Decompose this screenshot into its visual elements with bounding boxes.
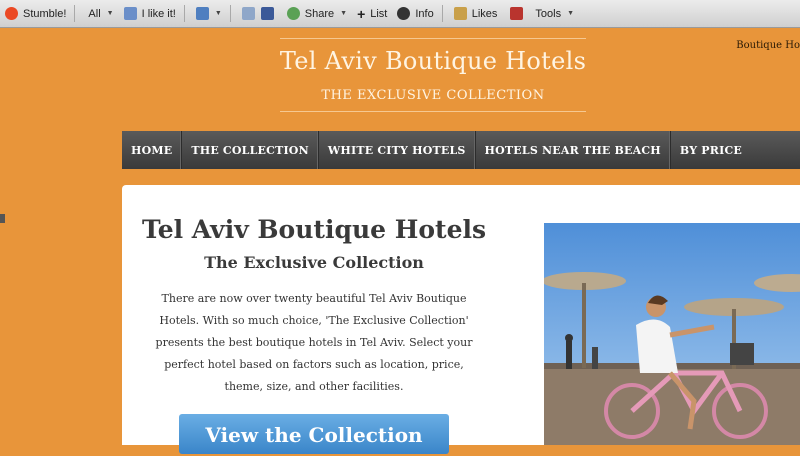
tag-button[interactable] — [234, 0, 282, 27]
tag-icon — [241, 7, 255, 20]
hero-photo — [544, 223, 800, 445]
content-panel: Tel Aviv Boutique Hotels The Exclusive C… — [122, 185, 800, 454]
toolbar-separator — [74, 5, 76, 22]
nav-item-home[interactable]: HOME — [122, 131, 183, 169]
thumbs-down-icon — [195, 7, 209, 20]
tools-icon — [510, 7, 524, 20]
divider — [280, 111, 586, 112]
tools-dropdown[interactable]: Tools ▼ — [502, 0, 579, 27]
nav-item-by-price[interactable]: BY PRICE — [671, 131, 751, 169]
all-dropdown[interactable]: All ▼ — [78, 0, 118, 27]
stumbleupon-icon — [5, 7, 18, 20]
intro-paragraph: There are now over twenty beautiful Tel … — [155, 292, 473, 393]
plus-icon: + — [357, 5, 366, 22]
toolbar-separator — [229, 5, 231, 22]
i-like-it-button[interactable]: I like it! — [119, 0, 181, 27]
main-subheading: The Exclusive Collection — [204, 253, 424, 272]
facebook-icon — [260, 7, 274, 20]
list-button[interactable]: + List — [352, 0, 392, 27]
star-icon — [453, 7, 467, 20]
chevron-down-icon: ▼ — [106, 10, 114, 17]
i-like-it-label: I like it! — [141, 7, 176, 20]
top-right-link[interactable]: Boutique Ho — [736, 40, 800, 51]
share-button[interactable]: Share ▼ — [282, 0, 352, 27]
chevron-down-icon: ▼ — [567, 10, 575, 17]
list-label: List — [370, 7, 388, 20]
chevron-down-icon: ▼ — [340, 10, 348, 17]
likes-button[interactable]: Likes — [446, 0, 503, 27]
nav-item-the-collection[interactable]: THE COLLECTION — [182, 131, 319, 169]
toolbar-separator — [441, 5, 443, 22]
likes-label: Likes — [471, 7, 498, 20]
divider — [280, 38, 586, 39]
info-label: Info — [415, 7, 434, 20]
browser-toolbar: Stumble! All ▼ I like it! ▼ Share ▼ + Li… — [0, 0, 800, 28]
site-subtitle: THE EXCLUSIVE COLLECTION — [321, 88, 545, 103]
all-label: All — [88, 7, 101, 20]
tools-label: Tools — [535, 7, 562, 20]
left-edge-marker — [0, 214, 5, 223]
chevron-down-icon: ▼ — [214, 10, 222, 17]
view-collection-button[interactable]: View the Collection — [179, 414, 449, 454]
site-header: Tel Aviv Boutique Hotels THE EXCLUSIVE C… — [258, 38, 608, 112]
toolbar-separator — [183, 5, 185, 22]
thumbs-up-icon — [123, 7, 137, 20]
nav-item-hotels-near-the-beach[interactable]: HOTELS NEAR THE BEACH — [476, 131, 671, 169]
stumble-button[interactable]: Stumble! — [0, 0, 71, 27]
main-nav: HOME THE COLLECTION WHITE CITY HOTELS HO… — [122, 131, 800, 169]
cyclist-beach-image — [544, 223, 800, 445]
share-label: Share — [304, 7, 335, 20]
main-heading: Tel Aviv Boutique Hotels — [141, 215, 487, 244]
dislike-dropdown[interactable]: ▼ — [188, 0, 227, 27]
stumble-label: Stumble! — [23, 7, 67, 20]
info-button[interactable]: Info — [392, 0, 438, 27]
share-icon — [286, 7, 300, 20]
site-title[interactable]: Tel Aviv Boutique Hotels — [258, 47, 608, 75]
info-icon — [397, 7, 411, 20]
nav-item-white-city-hotels[interactable]: WHITE CITY HOTELS — [319, 131, 476, 169]
